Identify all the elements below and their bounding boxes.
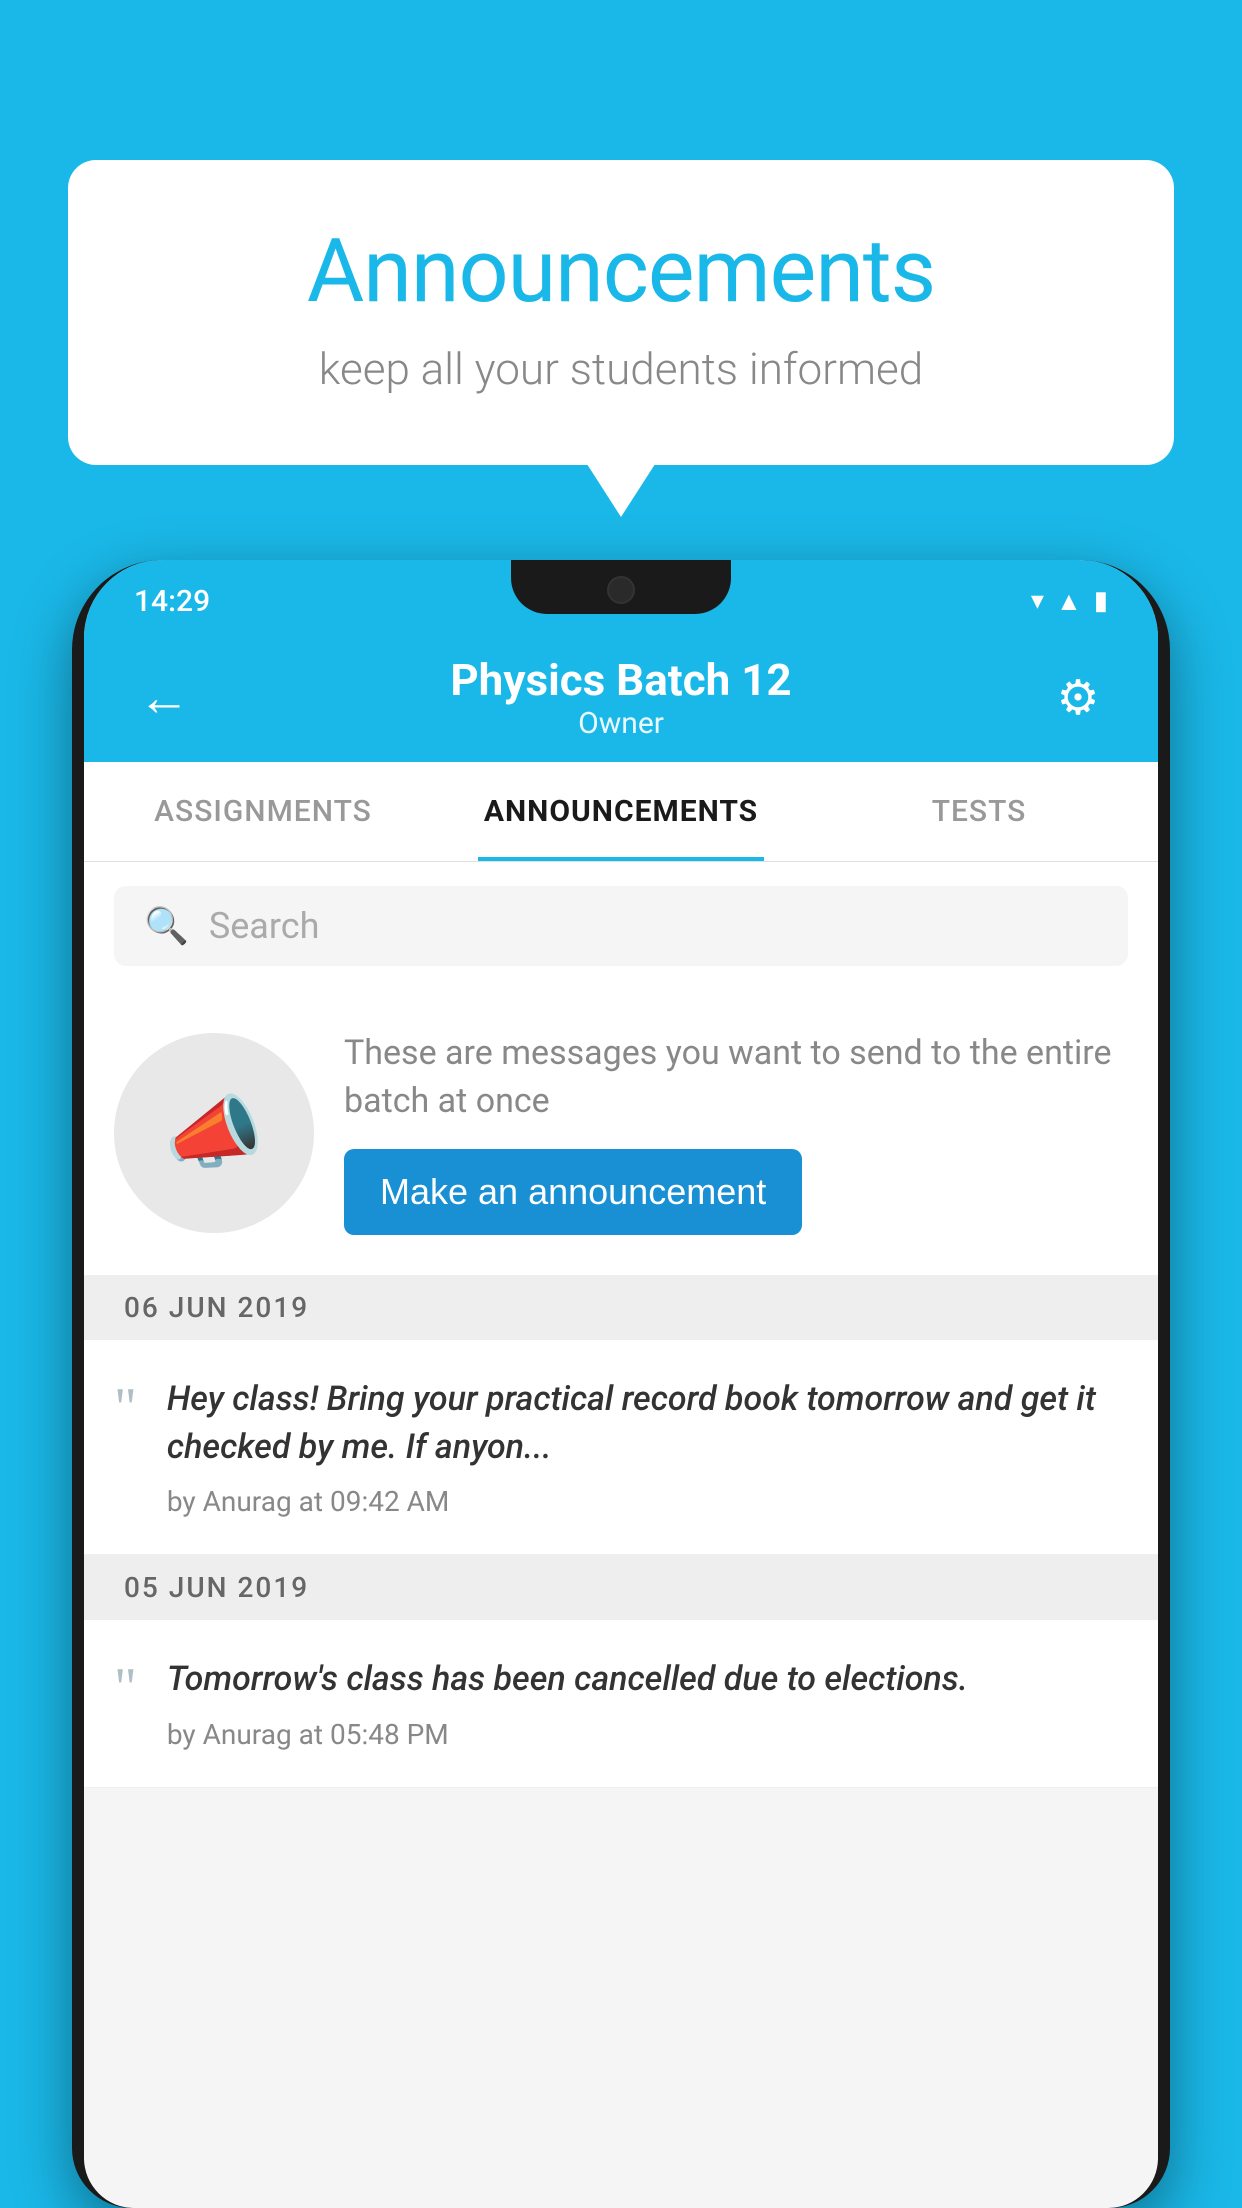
announcement-content-2: Tomorrow's class has been cancelled due … bbox=[167, 1656, 1128, 1751]
app-bar-title: Physics Batch 12 bbox=[204, 654, 1038, 706]
promo-description: These are messages you want to send to t… bbox=[344, 1030, 1128, 1125]
quote-icon-2: " bbox=[114, 1660, 137, 1716]
announcement-meta-2: by Anurag at 05:48 PM bbox=[167, 1718, 1128, 1751]
search-bar[interactable]: 🔍 Search bbox=[114, 886, 1128, 966]
speech-bubble-section: Announcements keep all your students inf… bbox=[68, 160, 1174, 465]
settings-gear-icon[interactable]: ⚙ bbox=[1038, 669, 1118, 726]
back-button[interactable]: ← bbox=[124, 667, 204, 728]
tab-assignments[interactable]: ASSIGNMENTS bbox=[84, 762, 442, 861]
promo-icon-circle: 📣 bbox=[114, 1033, 314, 1233]
announcement-promo: 📣 These are messages you want to send to… bbox=[84, 990, 1158, 1275]
app-bar-title-group: Physics Batch 12 Owner bbox=[204, 654, 1038, 741]
quote-icon-1: " bbox=[114, 1380, 137, 1436]
app-bar-subtitle: Owner bbox=[204, 706, 1038, 741]
bubble-subtitle: keep all your students informed bbox=[148, 343, 1094, 395]
tab-tests[interactable]: TESTS bbox=[800, 762, 1158, 861]
battery-icon: ▮ bbox=[1094, 586, 1108, 616]
announcement-content-1: Hey class! Bring your practical record b… bbox=[167, 1376, 1128, 1518]
search-placeholder: Search bbox=[209, 905, 320, 947]
search-bar-container: 🔍 Search bbox=[84, 862, 1158, 990]
make-announcement-button[interactable]: Make an announcement bbox=[344, 1149, 802, 1235]
content-area: 🔍 Search 📣 These are messages you want t… bbox=[84, 862, 1158, 1788]
phone-notch bbox=[511, 560, 731, 614]
announcement-item-2[interactable]: " Tomorrow's class has been cancelled du… bbox=[84, 1620, 1158, 1788]
date-separator-1: 06 JUN 2019 bbox=[84, 1275, 1158, 1340]
phone-camera bbox=[607, 576, 635, 604]
app-bar: ← Physics Batch 12 Owner ⚙ bbox=[84, 632, 1158, 762]
announcement-text-2: Tomorrow's class has been cancelled due … bbox=[167, 1656, 1128, 1704]
tabs-container: ASSIGNMENTS ANNOUNCEMENTS TESTS bbox=[84, 762, 1158, 862]
phone-screen: 14:29 ▾ ▲ ▮ ← Physics Batch 12 Owner ⚙ A… bbox=[84, 560, 1158, 2208]
bubble-title: Announcements bbox=[148, 220, 1094, 323]
tab-announcements[interactable]: ANNOUNCEMENTS bbox=[442, 762, 800, 861]
announcement-meta-1: by Anurag at 09:42 AM bbox=[167, 1485, 1128, 1518]
promo-right: These are messages you want to send to t… bbox=[344, 1030, 1128, 1235]
status-icons: ▾ ▲ ▮ bbox=[1031, 586, 1108, 617]
speech-bubble: Announcements keep all your students inf… bbox=[68, 160, 1174, 465]
phone-frame: 14:29 ▾ ▲ ▮ ← Physics Batch 12 Owner ⚙ A… bbox=[72, 560, 1170, 2208]
search-icon: 🔍 bbox=[144, 905, 189, 947]
announcement-text-1: Hey class! Bring your practical record b… bbox=[167, 1376, 1128, 1471]
date-separator-2: 05 JUN 2019 bbox=[84, 1555, 1158, 1620]
status-time: 14:29 bbox=[134, 584, 210, 619]
wifi-icon: ▾ bbox=[1031, 586, 1044, 616]
signal-icon: ▲ bbox=[1056, 586, 1082, 617]
megaphone-icon: 📣 bbox=[164, 1086, 264, 1180]
announcement-item-1[interactable]: " Hey class! Bring your practical record… bbox=[84, 1340, 1158, 1555]
